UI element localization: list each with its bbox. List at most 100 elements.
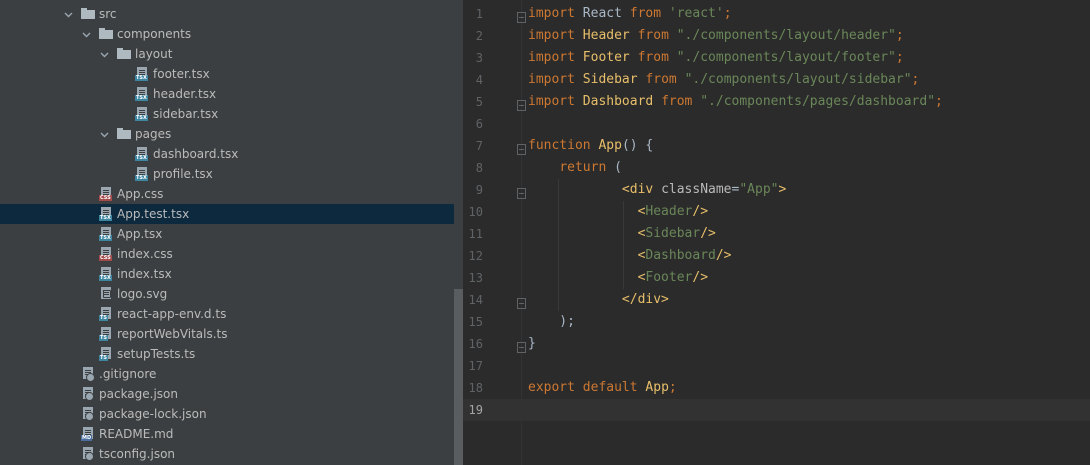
code-text: import Sidebar from "./components/layout… xyxy=(528,69,919,91)
code-line[interactable]: 1 import React from 'react'; xyxy=(463,3,1090,25)
file-row[interactable]: TSX sidebar.tsx xyxy=(0,104,463,124)
file-row[interactable]: tsconfig.json xyxy=(0,444,463,464)
code-token: ; xyxy=(935,94,943,109)
code-token: /> xyxy=(715,248,732,263)
project-tree[interactable]: tsconfig.json MD README.md package-lock.jso… xyxy=(0,0,463,465)
code-line[interactable]: 18 export default App; xyxy=(463,377,1090,399)
file-type-tag: CSS xyxy=(99,195,112,201)
folder-row[interactable]: pages xyxy=(0,124,463,144)
file-row[interactable]: package.json xyxy=(0,384,463,404)
ts-file-icon: TS xyxy=(99,327,113,341)
file-row[interactable]: TSX header.tsx xyxy=(0,84,463,104)
file-row[interactable]: CSS App.css xyxy=(0,184,463,204)
code-token: React xyxy=(574,6,630,21)
chevron-down-icon[interactable] xyxy=(64,10,73,19)
code-text: ); xyxy=(528,311,575,333)
fold-marker-icon[interactable] xyxy=(517,8,526,23)
code-line[interactable]: 16} xyxy=(463,333,1090,355)
code-text: } xyxy=(528,333,536,355)
code-token: default xyxy=(582,380,638,395)
line-number: 13 xyxy=(468,271,483,285)
folder-row[interactable]: src xyxy=(0,4,463,24)
file-row[interactable]: TS setupTests.ts xyxy=(0,344,463,364)
code-line[interactable]: 5 import Dashboard from "./components/pag… xyxy=(463,91,1090,113)
tree-item-label: components xyxy=(117,27,192,41)
fold-marker-icon[interactable] xyxy=(517,140,526,155)
file-row[interactable]: TSX dashboard.tsx xyxy=(0,144,463,164)
tree-item-label: logo.svg xyxy=(117,287,168,301)
tree-item-label: reportWebVitals.ts xyxy=(117,327,228,341)
code-line[interactable]: 15 ); xyxy=(463,311,1090,333)
code-token: import xyxy=(528,50,575,65)
file-row[interactable]: TS reportWebVitals.ts xyxy=(0,324,463,344)
tree-item-label: package.json xyxy=(99,387,179,401)
code-line[interactable]: 4 import Sidebar from "./components/layou… xyxy=(463,69,1090,91)
file-row[interactable]: package-lock.json xyxy=(0,404,463,424)
tree-item-label: App.tsx xyxy=(117,227,163,241)
file-row[interactable]: TSX profile.tsx xyxy=(0,164,463,184)
chevron-down-icon[interactable] xyxy=(100,130,109,139)
code-line[interactable]: 7 function App() { xyxy=(463,135,1090,157)
tree-item-label: App.test.tsx xyxy=(117,207,190,221)
json-file-icon xyxy=(81,387,95,401)
code-token: Footer xyxy=(582,50,630,65)
code-token: Header xyxy=(645,204,693,219)
code-line[interactable]: 12 <Dashboard/> xyxy=(463,245,1090,267)
file-row[interactable]: logo.svg xyxy=(0,284,463,304)
file-type-tag: TSX xyxy=(99,235,112,241)
file-row[interactable]: TSX index.tsx xyxy=(0,264,463,284)
code-token: "App" xyxy=(739,182,779,197)
code-text: return ( xyxy=(528,157,622,179)
file-row[interactable]: MD README.md xyxy=(0,424,463,444)
file-type-tag: TS xyxy=(99,355,109,361)
code-line[interactable]: 2 import Header from "./components/layout… xyxy=(463,25,1090,47)
code-token: import xyxy=(528,72,575,87)
code-token: import xyxy=(528,28,575,43)
fold-marker-icon[interactable] xyxy=(517,96,526,111)
code-line[interactable]: 10 <Header/> xyxy=(463,201,1090,223)
code-line[interactable]: 14 </div> xyxy=(463,289,1090,311)
file-row[interactable]: .gitignore xyxy=(0,364,463,384)
tsx-file-icon: TSX xyxy=(135,87,149,101)
code-line[interactable]: 19 xyxy=(463,399,1090,421)
code-line[interactable]: 9 <div className="App"> xyxy=(463,179,1090,201)
code-line[interactable]: 13 <Footer/> xyxy=(463,267,1090,289)
code-line[interactable]: 11 <Sidebar/> xyxy=(463,223,1090,245)
code-editor[interactable]: 1 import React from 'react'; 2 import Heade… xyxy=(463,0,1090,465)
file-row[interactable]: TSX App.test.tsx xyxy=(0,204,463,224)
code-token: from xyxy=(637,50,669,65)
line-number: 15 xyxy=(468,315,483,329)
code-line[interactable]: 17 xyxy=(463,355,1090,377)
file-row[interactable]: TSX App.tsx xyxy=(0,224,463,244)
code-line[interactable]: 8 return ( xyxy=(463,157,1090,179)
css-file-icon: CSS xyxy=(99,187,113,201)
fold-marker-icon[interactable] xyxy=(517,338,526,353)
code-line[interactable]: 6 xyxy=(463,113,1090,135)
folder-row[interactable]: layout xyxy=(0,44,463,64)
code-token: ; xyxy=(723,6,732,21)
tree-scrollbar-thumb[interactable] xyxy=(454,289,463,465)
chevron-down-icon[interactable] xyxy=(82,30,91,39)
code-token: from xyxy=(645,72,677,87)
file-row[interactable]: CSS index.css xyxy=(0,244,463,264)
code-token: Header xyxy=(582,28,630,43)
line-number: 19 xyxy=(468,403,483,417)
file-row[interactable]: TSX footer.tsx xyxy=(0,64,463,84)
chevron-down-icon[interactable] xyxy=(100,50,109,59)
file-row[interactable]: TS react-app-env.d.ts xyxy=(0,304,463,324)
tree-item-label: package-lock.json xyxy=(99,407,207,421)
fold-marker-icon[interactable] xyxy=(517,184,526,199)
folder-row[interactable]: components xyxy=(0,24,463,44)
tree-item-label: footer.tsx xyxy=(153,67,210,81)
fold-marker-icon[interactable] xyxy=(517,294,526,309)
code-line[interactable]: 3 import Footer from "./components/layout… xyxy=(463,47,1090,69)
code-text: function App() { xyxy=(528,135,653,157)
code-token: Dashboard xyxy=(645,248,716,263)
